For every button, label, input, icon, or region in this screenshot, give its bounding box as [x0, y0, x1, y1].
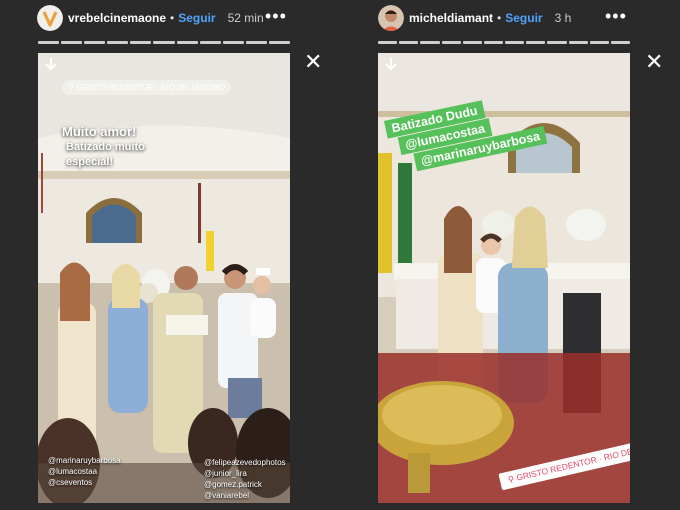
story-panel-left: vrebelcinemaone • Seguir 52 min ••• ⚲ GR… — [0, 0, 340, 510]
username[interactable]: vrebelcinemaone — [68, 11, 166, 25]
progress-segment — [483, 41, 504, 44]
progress-segment — [568, 41, 588, 44]
location-pin-icon: ⚲ — [68, 83, 77, 92]
location-label: GRISTO REDENTOR · RIO DE JANEIRO — [76, 83, 226, 92]
close-icon[interactable]: ✕ — [645, 51, 663, 73]
close-icon[interactable]: ✕ — [304, 51, 322, 73]
progress-segment — [378, 41, 398, 44]
progress-segment — [441, 41, 461, 44]
post-time: 3 h — [554, 11, 572, 25]
caption-line: Muito amor! — [62, 124, 137, 139]
progress-segment — [222, 41, 244, 44]
story-header: micheldiamant • Seguir 3 h — [409, 6, 571, 30]
more-options-icon[interactable]: ••• — [605, 7, 627, 25]
caption-line: especial! — [66, 156, 114, 168]
mention-tag[interactable]: @felipeazevedophotos — [204, 457, 286, 468]
mention-tag[interactable]: @junior_lira — [204, 468, 286, 479]
progress-segment — [245, 41, 267, 44]
separator-dot: • — [497, 11, 502, 25]
location-sticker[interactable]: ⚲ GRISTO REDENTOR · RIO DE JANEIRO — [62, 80, 232, 95]
story-caption: Muito amor! Batizado muito especial! — [62, 123, 145, 170]
mention-tag[interactable]: @marinaruybarbosa — [48, 455, 121, 466]
mention-tags-right: @felipeazevedophotos @junior_lira @gomez… — [204, 457, 286, 501]
progress-segment — [547, 41, 567, 44]
username[interactable]: micheldiamant — [409, 11, 493, 25]
avatar-vrebel-logo[interactable] — [37, 5, 63, 31]
user-avatar-icon — [378, 5, 404, 31]
progress-segment — [462, 41, 482, 44]
progress-segment — [61, 41, 83, 44]
progress-segment — [130, 41, 152, 44]
progress-segment — [199, 41, 221, 44]
story-progress-bar — [38, 41, 291, 44]
mention-tag[interactable]: @vaniarebel — [204, 490, 286, 501]
progress-segment — [107, 41, 129, 44]
story-media[interactable]: Batizado Dudu @lumacostaa @marinaruybarb… — [378, 53, 630, 503]
progress-segment — [268, 41, 291, 44]
mention-tags-left: @marinaruybarbosa @lumacostaa @cseventos — [48, 455, 121, 488]
progress-segment — [153, 41, 175, 44]
caption-line: Batizado muito — [66, 141, 145, 153]
progress-segment — [399, 41, 419, 44]
progress-segment — [610, 41, 631, 44]
progress-segment — [526, 41, 546, 44]
download-icon[interactable] — [44, 57, 58, 73]
story-media[interactable]: ⚲ GRISTO REDENTOR · RIO DE JANEIRO Muito… — [38, 53, 290, 503]
mention-tag[interactable]: @lumacostaa — [48, 466, 121, 477]
progress-segment — [505, 41, 525, 44]
vrebel-logo-icon — [37, 5, 63, 31]
progress-segment — [176, 41, 198, 44]
more-options-icon[interactable]: ••• — [265, 7, 287, 25]
progress-segment — [420, 41, 440, 44]
post-time: 52 min — [227, 11, 264, 25]
separator-dot: • — [170, 11, 175, 25]
avatar-user[interactable] — [378, 5, 404, 31]
progress-segment — [589, 41, 609, 44]
follow-button[interactable]: Seguir — [505, 11, 542, 25]
story-panel-right: micheldiamant • Seguir 3 h ••• Batizado … — [340, 0, 680, 510]
follow-button[interactable]: Seguir — [178, 11, 215, 25]
story-header: vrebelcinemaone • Seguir 52 min — [68, 6, 264, 30]
progress-segment — [84, 41, 106, 44]
chapel-photo — [38, 53, 290, 503]
mention-tag[interactable]: @gomez.patrick — [204, 479, 286, 490]
story-progress-bar — [378, 41, 631, 44]
mention-tag[interactable]: @cseventos — [48, 477, 121, 488]
download-icon[interactable] — [384, 57, 398, 73]
progress-segment — [38, 41, 60, 44]
